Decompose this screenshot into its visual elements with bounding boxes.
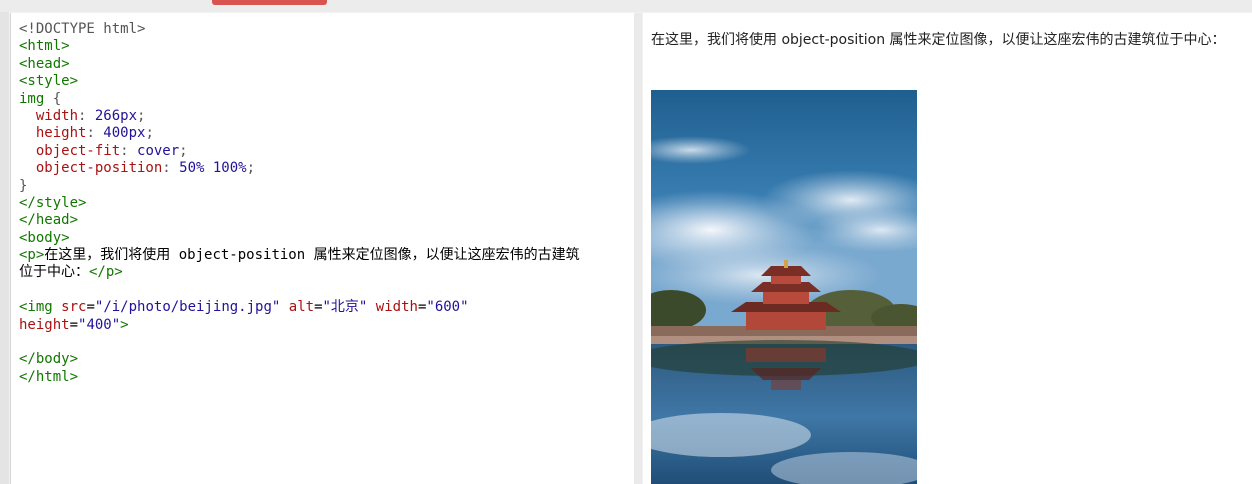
code-token: ; [137,107,146,124]
photo-illustration [651,90,917,484]
code-text[interactable]: <!DOCTYPE html> <html> <head> <style> img { … [19,21,580,386]
code-token: = [86,299,95,316]
code-token: : [86,125,104,142]
code-line: </body> [19,351,580,368]
code-token: object-position [35,160,163,177]
code-token: = [314,299,323,316]
code-line: object-position: 50% 100%; [19,160,580,177]
code-token: ; [246,160,256,177]
code-token: </html> [19,368,79,385]
code-token: width [375,299,418,316]
code-token: } [19,177,28,194]
code-line: } [19,178,580,195]
code-token: <body> [19,229,70,246]
code-token: <p> [19,247,45,264]
code-token: src [61,299,87,316]
code-token: ; [145,125,154,142]
code-token: <!DOCTYPE html> [19,21,146,37]
code-line: <p>在这里，我们将使用 object-position 属性来定位图像，以便让… [19,247,580,264]
code-token: object-fit [35,142,121,159]
result-paragraph: 在这里，我们将使用 object-position 属性来定位图像，以便让这座宏… [651,32,1226,48]
code-token: <html> [19,38,70,55]
code-line: <head> [19,56,580,73]
code-line: <html> [19,38,580,55]
beijing-photo [651,90,917,484]
code-token: 266px [94,107,138,124]
code-token: 400px [103,125,146,142]
code-line: height: 400px; [19,125,580,142]
code-token: alt [288,299,315,316]
pane-divider[interactable] [634,13,642,484]
code-line: width: 266px; [19,108,580,125]
result-pane: 在这里，我们将使用 object-position 属性来定位图像，以便让这座宏… [643,13,1252,484]
code-token: <head> [19,55,70,72]
code-token: </body> [19,351,79,368]
code-token: ; [179,142,188,159]
code-token: height [19,316,70,333]
code-token: : [162,160,180,177]
code-token: = [69,316,79,333]
code-token: cover [137,142,180,159]
left-gutter [0,12,9,484]
code-token: > [120,316,129,333]
code-token: width [35,107,79,124]
code-token: : [78,107,95,124]
code-token: "北京" [322,299,368,316]
code-line: </head> [19,212,580,229]
code-token: : [120,142,138,159]
code-line: img { [19,91,580,108]
code-token: "600" [426,299,469,316]
code-line: <body> [19,230,580,247]
code-editor[interactable]: <!DOCTYPE html> <html> <head> <style> img { … [10,13,635,484]
code-line: </html> [19,369,580,386]
code-line: object-fit: cover; [19,143,580,160]
code-token: 在这里，我们将使用 object-position 属性来定位图像，以便让这座宏… [44,247,580,264]
code-line: 位于中心：</p> [19,264,580,281]
code-line: <style> [19,73,580,90]
code-line: <!DOCTYPE html> [19,21,580,38]
top-toolbar-strip [0,0,1252,12]
code-token: 位于中心： [19,264,89,281]
code-token: height [35,125,87,142]
code-token: { [52,90,62,107]
code-token: </p> [89,264,123,281]
code-token: 50% 100% [179,160,247,177]
code-line: height="400"> [19,317,580,334]
code-line: </style> [19,195,580,212]
code-token: </head> [19,212,79,229]
code-line: <img src="/i/photo/beijing.jpg" alt="北京"… [19,299,580,316]
code-token: img [19,90,53,107]
code-token: "400" [78,316,121,333]
code-token: </style> [19,194,87,211]
code-token: <img [19,299,62,316]
code-token: "/i/photo/beijing.jpg" [94,299,281,316]
run-button[interactable] [212,0,327,5]
code-token: <style> [19,73,79,90]
